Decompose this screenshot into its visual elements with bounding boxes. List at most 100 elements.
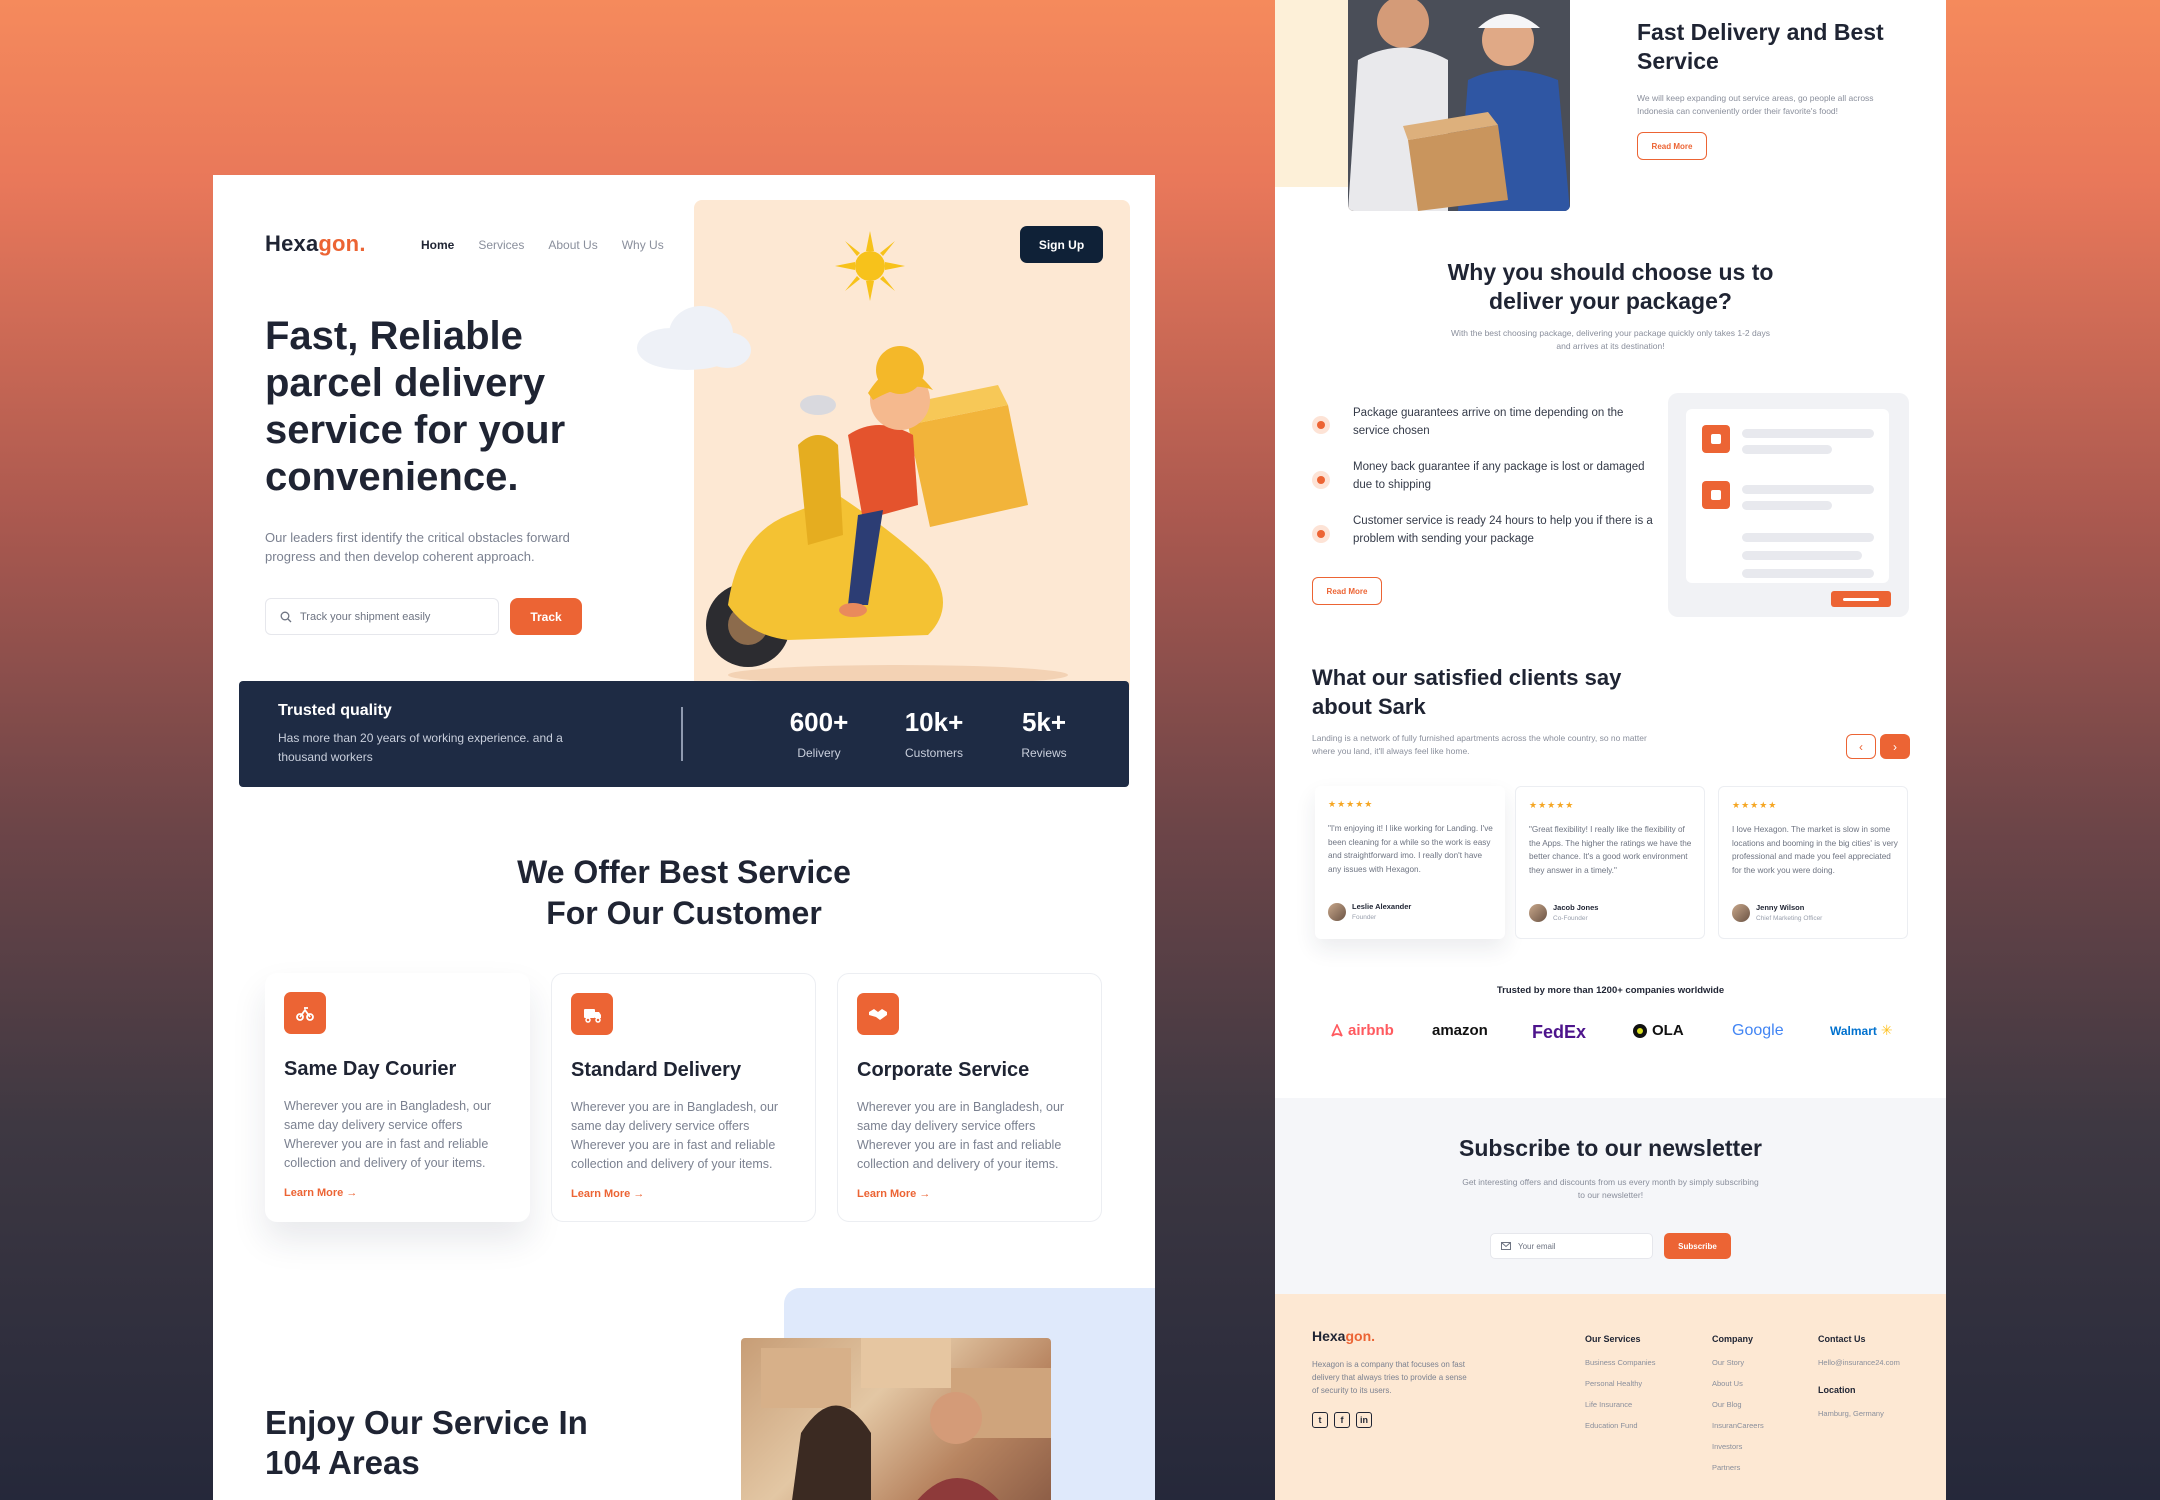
testimonial-card: ★★★★★ "I'm enjoying it! I like working f… bbox=[1315, 786, 1505, 939]
courier-icon bbox=[284, 992, 326, 1034]
testimonial-quote: I love Hexagon. The market is slow in so… bbox=[1732, 825, 1898, 875]
footer-link[interactable]: Investors bbox=[1712, 1442, 1764, 1451]
testimonial-card: ★★★★★ I love Hexagon. The market is slow… bbox=[1718, 786, 1908, 939]
mockup-line bbox=[1742, 551, 1862, 560]
check-icon bbox=[1312, 416, 1330, 434]
mail-icon bbox=[1501, 1242, 1511, 1250]
testimonial-card: ★★★★★ "Great flexibility! I really like … bbox=[1515, 786, 1705, 939]
mockup-line bbox=[1742, 533, 1874, 542]
mockup-card bbox=[1686, 409, 1889, 583]
mockup-line bbox=[1742, 569, 1874, 578]
footer: Hexagon. Hexagon is a company that focus… bbox=[1275, 1294, 1946, 1500]
nav-why-us[interactable]: Why Us bbox=[622, 238, 664, 252]
learn-more-link[interactable]: Learn More → bbox=[571, 1188, 644, 1200]
fedex-logo: FedEx bbox=[1532, 1022, 1587, 1042]
location-title: Location bbox=[1818, 1385, 1856, 1395]
airbnb-logo: airbnb bbox=[1330, 1022, 1394, 1039]
sun-icon bbox=[835, 231, 905, 301]
read-more-button[interactable]: Read More bbox=[1637, 132, 1707, 160]
testimonial-role: Co-Founder bbox=[1553, 915, 1588, 922]
service-card-body: Wherever you are in Bangladesh, our same… bbox=[857, 1100, 1065, 1171]
next-arrow-button[interactable]: › bbox=[1880, 734, 1910, 759]
testimonial-role: Chief Marketing Officer bbox=[1756, 915, 1823, 922]
handshake-icon bbox=[857, 993, 899, 1035]
truck-icon bbox=[571, 993, 613, 1035]
footer-link[interactable]: InsuranCareers bbox=[1712, 1421, 1764, 1430]
nav-services[interactable]: Services bbox=[478, 238, 524, 252]
arrow-right-icon: → bbox=[919, 1188, 931, 1200]
arrow-right-icon: → bbox=[346, 1187, 358, 1199]
service-card-standard[interactable]: Standard Delivery Wherever you are in Ba… bbox=[551, 973, 816, 1222]
nav-home[interactable]: Home bbox=[421, 238, 454, 252]
service-card-title: Corporate Service bbox=[857, 1059, 1030, 1081]
read-more-button[interactable]: Read More bbox=[1312, 577, 1382, 605]
prev-arrow-button[interactable]: ‹ bbox=[1846, 734, 1876, 759]
footer-link[interactable]: Business Companies bbox=[1585, 1358, 1655, 1367]
service-card-same-day[interactable]: Same Day Courier Wherever you are in Ban… bbox=[265, 973, 530, 1222]
testimonial-name: Jacob Jones bbox=[1553, 903, 1599, 912]
areas-title: Enjoy Our Service In 104 Areas bbox=[265, 1404, 588, 1481]
mockup-line bbox=[1742, 485, 1874, 494]
testimonials-title: What our satisfied clients say about Sar… bbox=[1312, 665, 1622, 719]
footer-link[interactable]: Partners bbox=[1712, 1463, 1764, 1472]
spark-icon: ✳ bbox=[1880, 1022, 1893, 1038]
contact-email[interactable]: Hello@insurance24.com bbox=[1818, 1358, 1900, 1367]
footer-logo[interactable]: Hexagon. bbox=[1312, 1328, 1375, 1344]
mockup-button bbox=[1831, 591, 1891, 607]
avatar bbox=[1529, 904, 1547, 922]
footer-link[interactable]: Our Blog bbox=[1712, 1400, 1764, 1409]
hero-subtitle: Our leaders first identify the critical … bbox=[265, 530, 570, 564]
service-card-corporate[interactable]: Corporate Service Wherever you are in Ba… bbox=[837, 973, 1102, 1222]
feature-text: Customer service is ready 24 hours to he… bbox=[1353, 515, 1653, 545]
mockup-line bbox=[1742, 501, 1832, 510]
location-value: Hamburg, Germany bbox=[1818, 1409, 1884, 1418]
footer-description: Hexagon is a company that focuses on fas… bbox=[1312, 1360, 1467, 1395]
stats-bar: Trusted quality Has more than 20 years o… bbox=[239, 681, 1129, 787]
sign-up-button[interactable]: Sign Up bbox=[1020, 226, 1103, 263]
email-placeholder: Your email bbox=[1518, 1241, 1556, 1251]
chevron-right-icon: › bbox=[1893, 739, 1897, 754]
stat-reviews: 5k+ Reviews bbox=[1004, 707, 1084, 760]
track-button[interactable]: Track bbox=[510, 598, 582, 635]
footer-column-title: Company bbox=[1712, 1334, 1754, 1344]
stats-title: Trusted quality bbox=[278, 702, 392, 719]
linkedin-icon[interactable]: in bbox=[1356, 1412, 1372, 1428]
learn-more-link[interactable]: Learn More → bbox=[857, 1188, 930, 1200]
mockup-line bbox=[1742, 429, 1874, 438]
footer-column-company: Company Our Story About Us Our Blog Insu… bbox=[1712, 1334, 1764, 1472]
twitter-icon[interactable]: t bbox=[1312, 1412, 1328, 1428]
check-icon bbox=[1312, 525, 1330, 543]
newsletter-email-input[interactable]: Your email bbox=[1490, 1233, 1653, 1259]
learn-more-link[interactable]: Learn More → bbox=[284, 1187, 357, 1199]
logo[interactable]: Hexagon. bbox=[265, 231, 366, 257]
stat-delivery: 600+ Delivery bbox=[779, 707, 859, 760]
footer-link[interactable]: Life Insurance bbox=[1585, 1400, 1655, 1409]
check-icon bbox=[1312, 471, 1330, 489]
footer-column-title: Our Services bbox=[1585, 1334, 1641, 1344]
footer-link[interactable]: Our Story bbox=[1712, 1358, 1764, 1367]
stat-value: 5k+ bbox=[1021, 707, 1067, 737]
stats-divider bbox=[681, 707, 683, 761]
hero-title: Fast, Reliable parcel delivery service f… bbox=[265, 314, 566, 499]
footer-link[interactable]: Education Fund bbox=[1585, 1421, 1655, 1430]
subscribe-button[interactable]: Subscribe bbox=[1664, 1233, 1731, 1259]
footer-link[interactable]: Personal Healthy bbox=[1585, 1379, 1655, 1388]
footer-column-services: Our Services Business Companies Personal… bbox=[1585, 1334, 1655, 1430]
stat-label: Reviews bbox=[1021, 746, 1067, 760]
delivery-scooter-illustration bbox=[706, 346, 1068, 685]
walmart-logo: Walmart ✳ bbox=[1830, 1022, 1893, 1038]
footer-link[interactable]: About Us bbox=[1712, 1379, 1764, 1388]
main-nav: Home Services About Us Why Us bbox=[421, 238, 664, 252]
landing-page-main: Hexagon. Home Services About Us Why Us S… bbox=[213, 175, 1155, 1500]
testimonial-name: Jenny Wilson bbox=[1756, 903, 1805, 912]
facebook-icon[interactable]: f bbox=[1334, 1412, 1350, 1428]
newsletter-title: Subscribe to our newsletter bbox=[1459, 1135, 1762, 1161]
nav-about-us[interactable]: About Us bbox=[548, 238, 597, 252]
landing-page-continued: Fast Delivery and Best Service We will k… bbox=[1275, 0, 1946, 1500]
stat-label: Delivery bbox=[797, 746, 841, 760]
testimonial-role: Founder bbox=[1352, 914, 1377, 921]
track-shipment-input[interactable]: Track your shipment easily bbox=[265, 598, 499, 635]
service-card-title: Same Day Courier bbox=[284, 1058, 457, 1080]
courier-delivery-photo bbox=[1348, 0, 1570, 211]
avatar bbox=[1328, 903, 1346, 921]
